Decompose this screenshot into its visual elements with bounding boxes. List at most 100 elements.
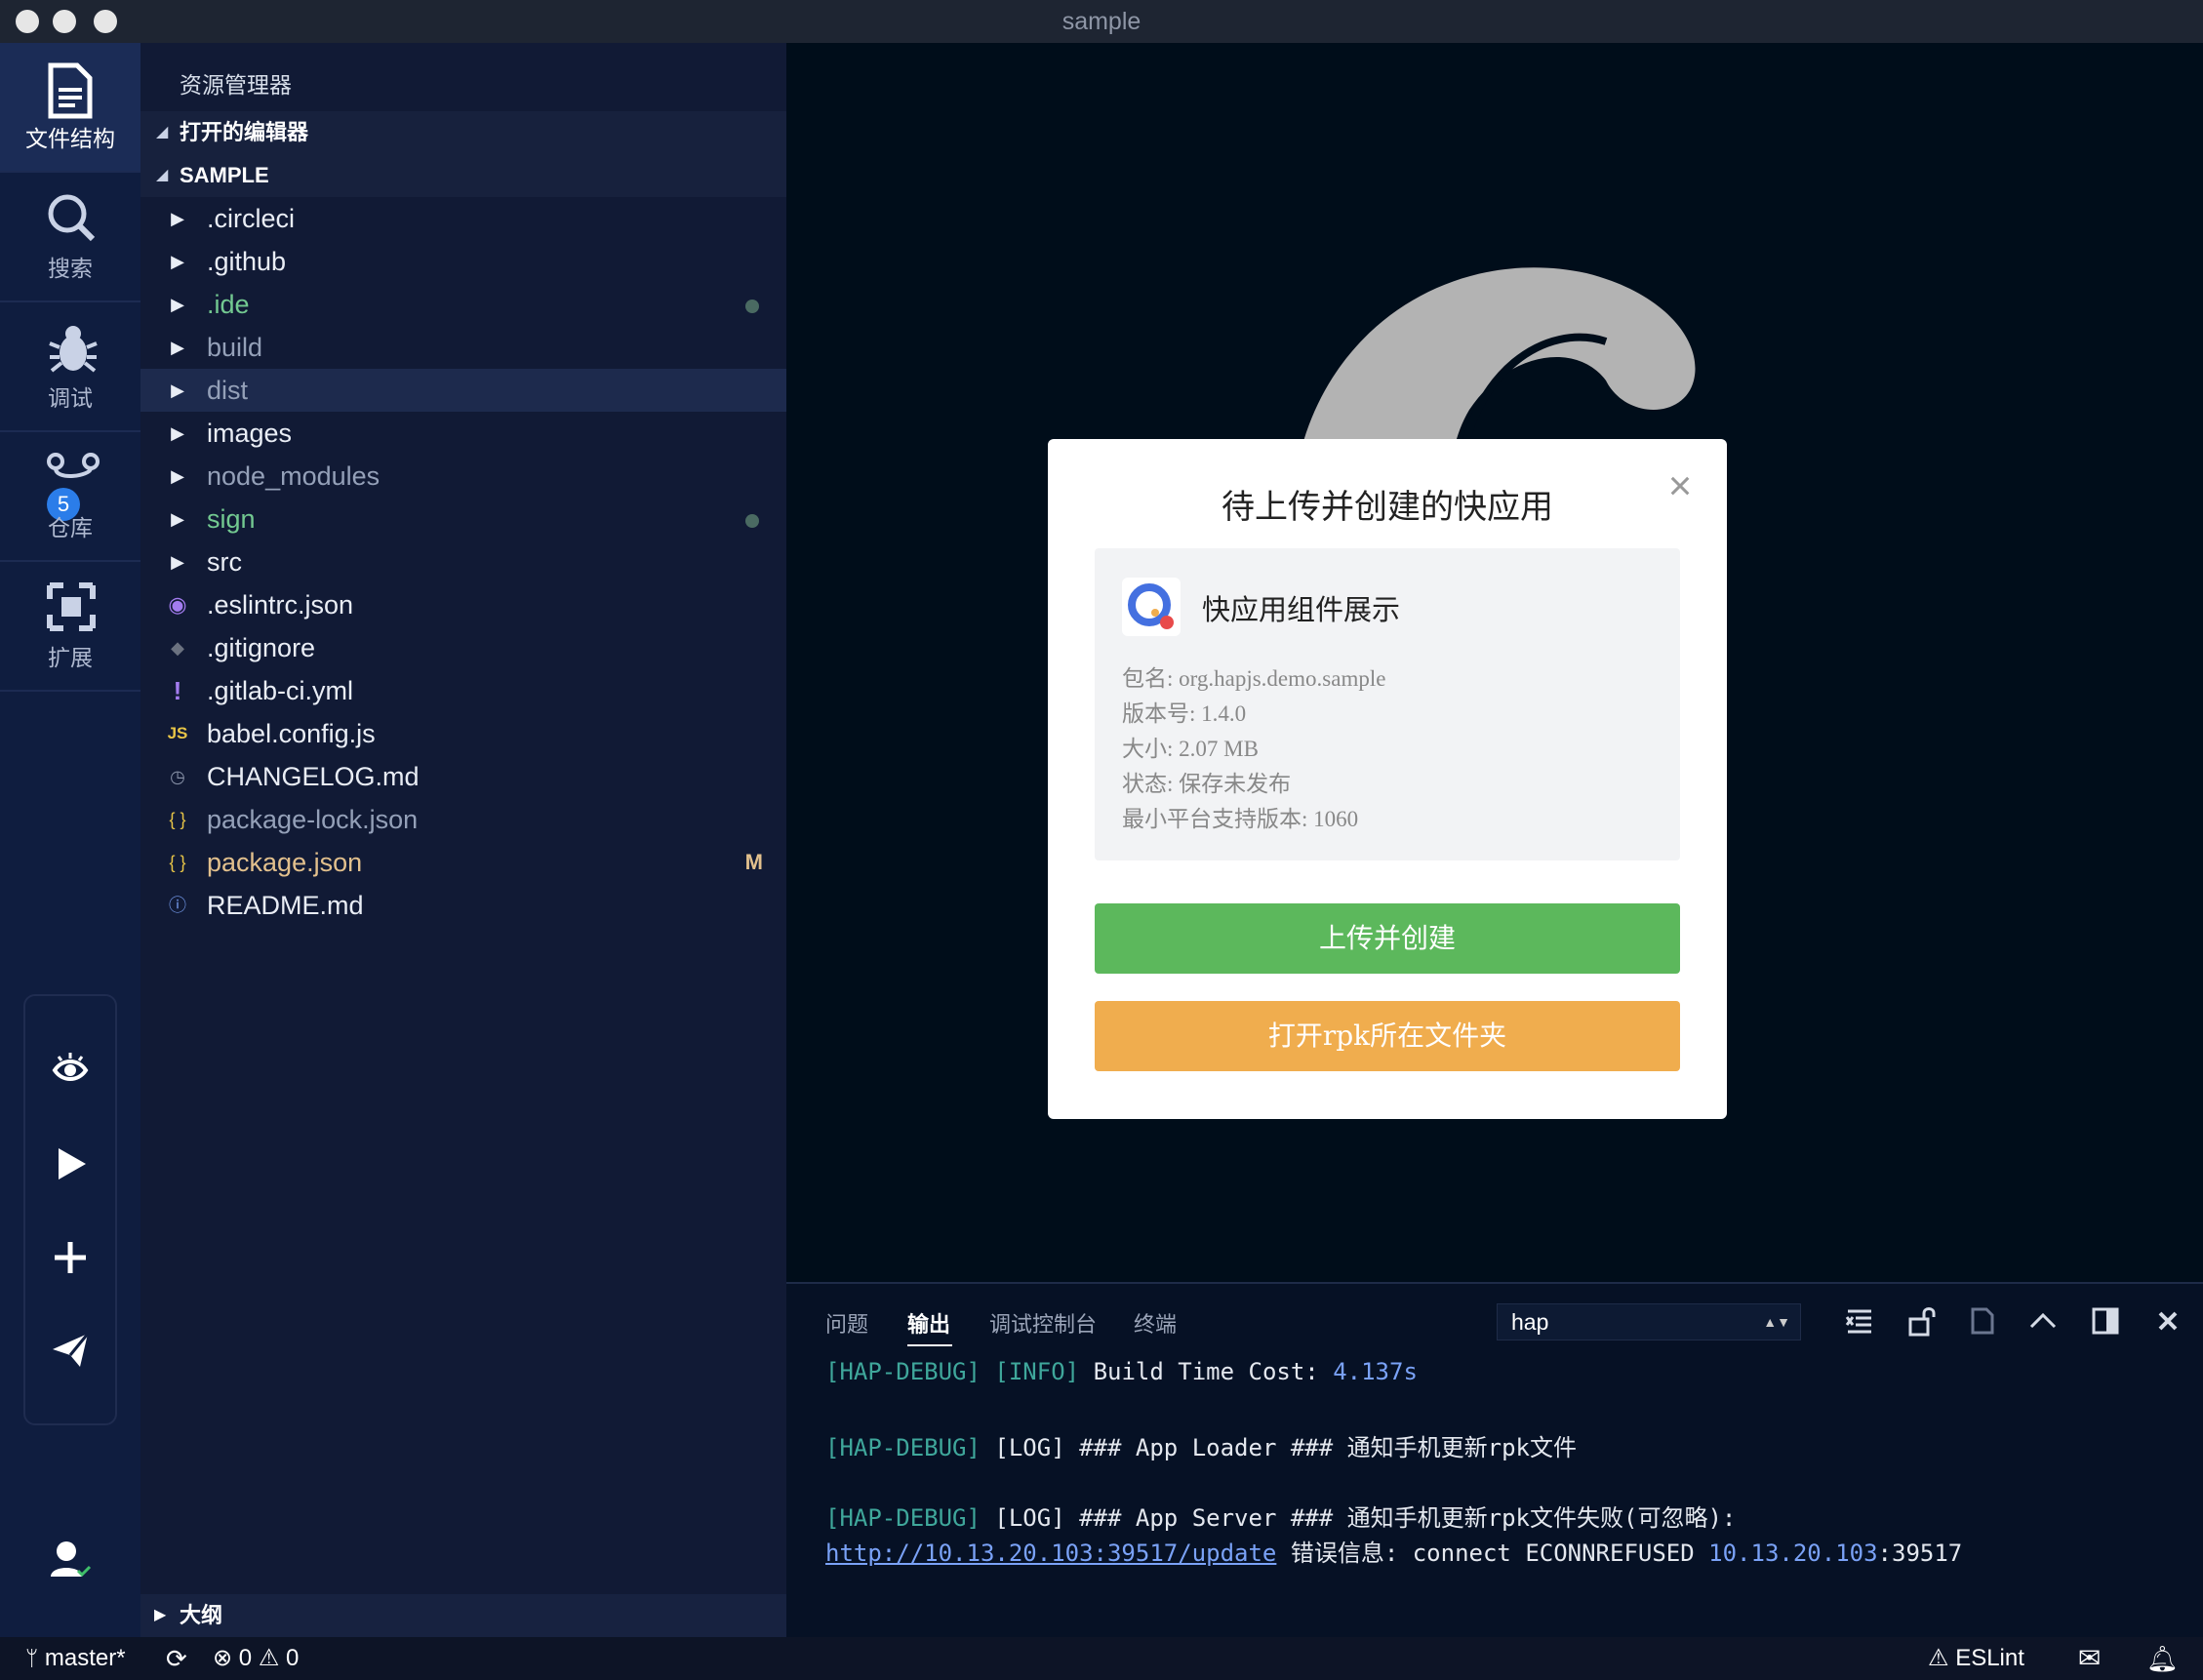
- tab-output[interactable]: 输出: [907, 1307, 950, 1339]
- tree-item-file[interactable]: ⓘ README.md: [140, 884, 786, 927]
- sync-icon[interactable]: ⟳: [166, 1637, 187, 1680]
- tree-item-file[interactable]: { } package-lock.json: [140, 798, 786, 841]
- activity-label: 文件结构: [25, 126, 115, 151]
- caret-down-icon: ◢: [156, 167, 169, 183]
- branch-status[interactable]: ᛘ master*: [25, 1637, 126, 1680]
- git-file-icon: ◆: [171, 638, 184, 658]
- activity-explorer[interactable]: 文件结构: [0, 43, 140, 173]
- open-log-file-icon[interactable]: [1967, 1305, 1998, 1337]
- tree-item-folder[interactable]: ▶ images: [140, 412, 786, 455]
- activity-search[interactable]: 搜索: [0, 173, 140, 302]
- tree-item-label: .ide: [207, 290, 250, 319]
- modified-dot: [745, 514, 759, 528]
- tree-item-folder[interactable]: ▶ .github: [140, 240, 786, 283]
- bug-icon: [49, 326, 98, 373]
- toggle-panel-position-icon[interactable]: [2090, 1305, 2121, 1337]
- output-line: [HAP-DEBUG] [LOG] ### App Loader ### 通知手…: [825, 1428, 1577, 1462]
- feedback-mail-icon[interactable]: ✉: [2078, 1637, 2101, 1680]
- log-text: Build Time Cost:: [1093, 1358, 1334, 1385]
- send-icon[interactable]: [51, 1330, 90, 1369]
- tree-item-label: babel.config.js: [207, 719, 376, 748]
- eye-icon[interactable]: [51, 1051, 90, 1090]
- upload-create-button[interactable]: 上传并创建: [1095, 903, 1680, 974]
- tree-item-label: README.md: [207, 891, 364, 920]
- plus-icon[interactable]: [51, 1238, 90, 1277]
- tree-item-label: CHANGELOG.md: [207, 762, 420, 791]
- tab-problems[interactable]: 问题: [825, 1307, 868, 1339]
- tree-item-label: src: [207, 547, 242, 577]
- dialog-title: 待上传并创建的快应用: [1222, 488, 1553, 527]
- tab-terminal[interactable]: 终端: [1134, 1307, 1177, 1339]
- log-ip: 10.13.20.103: [1708, 1540, 1878, 1567]
- outline-header[interactable]: ▶ 大纲: [140, 1594, 786, 1637]
- activity-extensions[interactable]: 扩展: [0, 562, 140, 692]
- tree-item-folder[interactable]: ▶ sign: [140, 498, 786, 540]
- upload-dialog: 待上传并创建的快应用 × 快应用组件展示 包名: org.hapjs.demo.…: [1048, 439, 1727, 1119]
- tree-item-file[interactable]: ◷ CHANGELOG.md: [140, 755, 786, 798]
- tree-item-file[interactable]: { } package.json M: [140, 841, 786, 884]
- account-icon[interactable]: [49, 1538, 92, 1580]
- size: 大小: 2.07 MB: [1122, 737, 1259, 761]
- problems-status[interactable]: ⊗ 0 ⚠ 0: [213, 1637, 299, 1680]
- search-icon: [48, 194, 96, 242]
- log-tag: [HAP-DEBUG]: [825, 1504, 981, 1532]
- output-line: [HAP-DEBUG] [LOG] ### App Server ### 通知手…: [825, 1499, 1736, 1533]
- tree-item-folder[interactable]: ▶ dist: [140, 369, 786, 412]
- active-tab-indicator: [907, 1344, 952, 1346]
- close-panel-icon[interactable]: [2152, 1305, 2183, 1337]
- tree-item-label: images: [207, 419, 293, 448]
- tree-item-label: .github: [207, 247, 287, 276]
- tab-debug-console[interactable]: 调试控制台: [989, 1307, 1097, 1339]
- activity-label: 搜索: [48, 256, 93, 281]
- branch-name: master*: [44, 1645, 126, 1671]
- tree-item-folder[interactable]: ▶ build: [140, 326, 786, 369]
- caret-right-icon: ▶: [171, 509, 184, 529]
- tree-item-file[interactable]: ◉ .eslintrc.json: [140, 583, 786, 626]
- notification-bell-icon[interactable]: 🔔︎: [2146, 1637, 2179, 1680]
- status: 状态: 保存未发布: [1122, 772, 1292, 796]
- log-value: 4.137s: [1333, 1358, 1418, 1385]
- tree-item-label: .circleci: [207, 204, 296, 233]
- tree-item-label: .gitignore: [207, 633, 316, 662]
- open-rpk-folder-button[interactable]: 打开rpk所在文件夹: [1095, 1001, 1680, 1071]
- log-level: [INFO]: [994, 1358, 1080, 1385]
- lock-scroll-icon[interactable]: [1906, 1305, 1938, 1337]
- tree-item-file[interactable]: JS babel.config.js: [140, 712, 786, 755]
- caret-right-icon: ▶: [171, 380, 184, 400]
- tree-item-label: node_modules: [207, 461, 381, 491]
- status-bar: ᛘ master* ⟳ ⊗ 0 ⚠ 0 ⚠ ESLint ✉ 🔔︎: [0, 1637, 2203, 1680]
- activity-label: 扩展: [48, 645, 93, 670]
- clear-output-icon[interactable]: [1844, 1305, 1875, 1337]
- tree-item-folder[interactable]: ▶ .circleci: [140, 197, 786, 240]
- info-file-icon: ⓘ: [169, 896, 186, 915]
- project-header[interactable]: ◢ SAMPLE: [140, 154, 786, 197]
- caret-right-icon: ▶: [171, 423, 184, 443]
- eslint-status[interactable]: ⚠ ESLint: [1928, 1637, 2024, 1680]
- warning-icon: ⚠: [1928, 1645, 1949, 1671]
- tree-item-label: build: [207, 333, 263, 362]
- error-icon: ⊗: [213, 1645, 233, 1671]
- chevron-up-icon[interactable]: [2027, 1305, 2059, 1337]
- activity-source-control[interactable]: 5 仓库: [0, 432, 140, 562]
- tree-item-folder[interactable]: ▶ src: [140, 540, 786, 583]
- tree-item-folder[interactable]: ▶ .ide: [140, 283, 786, 326]
- project-label: SAMPLE: [180, 163, 269, 187]
- caret-right-icon: ▶: [154, 1607, 167, 1623]
- tree-item-file[interactable]: ◆ .gitignore: [140, 626, 786, 669]
- log-link[interactable]: http://10.13.20.103:39517/update: [825, 1540, 1276, 1567]
- tree-item-label: dist: [207, 376, 249, 405]
- window-title: sample: [1061, 8, 1142, 35]
- selected-channel: hap: [1511, 1309, 1549, 1335]
- open-editors-header[interactable]: ◢ 打开的编辑器: [140, 111, 786, 154]
- caret-right-icon: ▶: [171, 252, 184, 271]
- activity-debug[interactable]: 调试: [0, 302, 140, 432]
- caret-right-icon: ▶: [171, 209, 184, 228]
- version: 版本号: 1.4.0: [1122, 701, 1247, 726]
- tree-item-folder[interactable]: ▶ node_modules: [140, 455, 786, 498]
- tree-item-file[interactable]: ! .gitlab-ci.yml: [140, 669, 786, 712]
- output-channel-select[interactable]: hap ▲▼: [1497, 1303, 1801, 1340]
- close-icon[interactable]: ×: [1661, 465, 1700, 506]
- sidebar-title: 资源管理器: [180, 72, 292, 98]
- tree-item-label: sign: [207, 504, 256, 534]
- play-icon[interactable]: [51, 1144, 90, 1183]
